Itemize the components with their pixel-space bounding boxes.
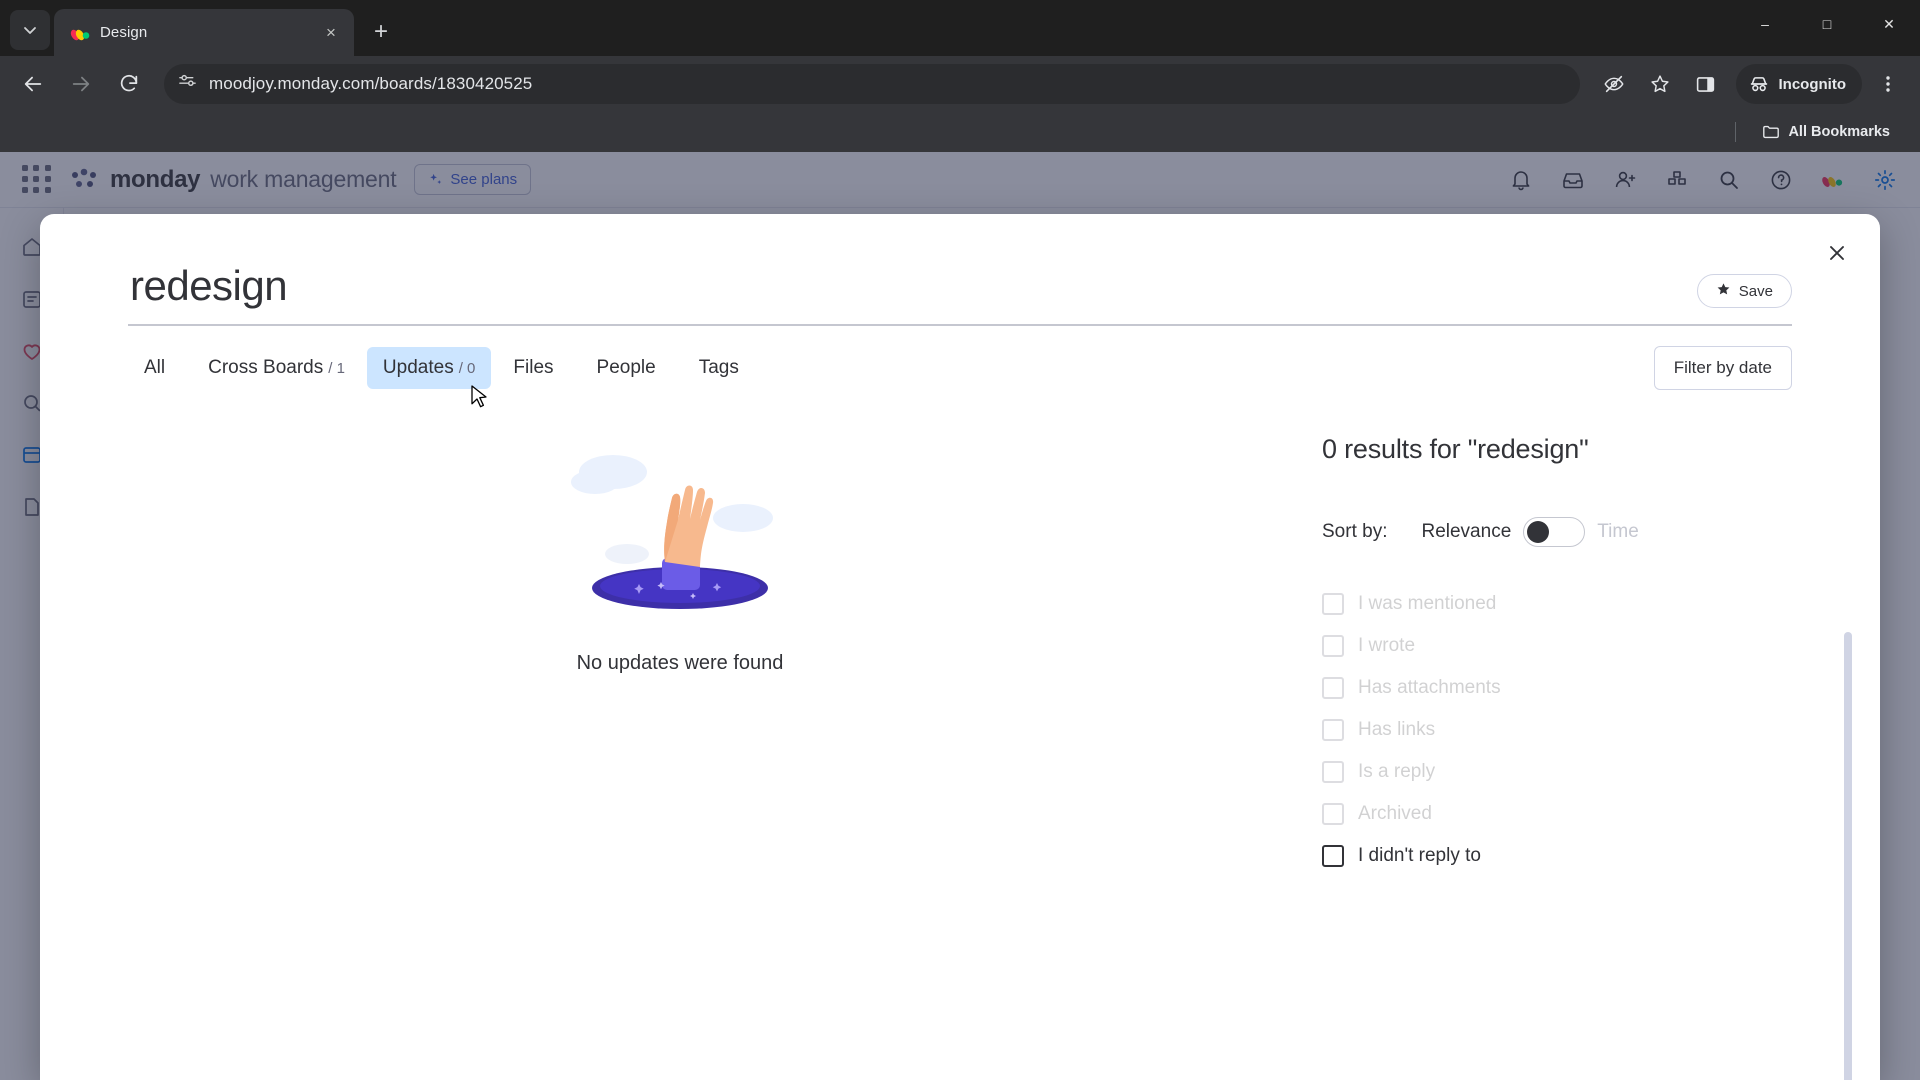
filter-label: Has attachments [1358,677,1501,698]
checkbox[interactable] [1322,593,1344,615]
sort-toggle-knob [1527,521,1550,543]
filter-label: I wrote [1358,635,1416,656]
hand-in-portal-illustration [565,436,795,626]
maximize-button[interactable]: □ [1796,0,1858,48]
filter-list: I was mentioned I wrote Has attachments … [1322,593,1792,867]
filter-label: I didn't reply to [1358,845,1481,866]
star-icon[interactable] [1640,64,1680,104]
forward-button[interactable] [60,63,102,105]
search-input [128,262,1697,324]
filter-i-was-mentioned[interactable]: I was mentioned [1322,593,1792,615]
reload-button[interactable] [108,63,150,105]
close-window-button[interactable]: ✕ [1858,0,1920,48]
tab-tags[interactable]: Tags [683,347,760,389]
sort-toggle[interactable] [1523,517,1586,547]
tab-search-icon[interactable] [10,10,50,50]
back-button[interactable] [12,63,54,105]
bookmarks-bar: All Bookmarks [0,112,1920,152]
results-panel: 0 results for "redesign" Sort by: Releva… [1322,390,1792,1030]
tab-all-label: All [144,357,166,378]
side-panel-icon[interactable] [1686,64,1726,104]
filter-i-didnt-reply-to[interactable]: I didn't reply to [1322,845,1792,867]
browser-tab[interactable]: Design × [54,9,354,56]
tab-updates[interactable]: Updates / 0 [366,347,492,389]
filter-by-date-button[interactable]: Filter by date [1653,346,1792,390]
incognito-icon [1750,77,1767,92]
filter-has-attachments[interactable]: Has attachments [1322,677,1792,699]
tab-all[interactable]: All [128,347,186,389]
modal-body: No updates were found 0 results for "red… [40,390,1880,1030]
sort-by-label: Sort by: [1322,521,1388,542]
bookmarks-divider [1735,122,1737,142]
search-everything-modal: Save All Cross Boards / 1 Updates / 0 Fi… [40,214,1880,1080]
new-tab-button[interactable]: + [362,13,400,51]
filter-label: Has links [1358,719,1436,740]
checkbox[interactable] [1322,677,1344,699]
empty-state-text: No updates were found [576,652,784,674]
checkbox[interactable] [1322,845,1344,867]
tab-people[interactable]: People [581,347,677,389]
sort-option-time[interactable]: Time [1597,521,1639,543]
all-bookmarks-label: All Bookmarks [1788,124,1890,140]
filter-label: Archived [1358,803,1432,824]
filter-label: Is a reply [1358,761,1436,782]
address-bar-url: moodjoy.monday.com/boards/1830420525 [209,74,533,93]
tab-tags-label: Tags [698,357,739,378]
eye-off-icon[interactable] [1594,64,1634,104]
results-title: 0 results for "redesign" [1322,434,1589,464]
minimize-button[interactable]: – [1734,0,1796,48]
folder-icon [1763,125,1780,139]
tab-files-label: Files [513,357,554,378]
incognito-label: Incognito [1778,75,1847,93]
filter-i-wrote[interactable]: I wrote [1322,635,1792,657]
address-bar[interactable]: moodjoy.monday.com/boards/1830420525 [164,64,1580,104]
star-icon [1716,282,1731,301]
window-controls: – □ ✕ [1734,0,1920,48]
modal-tabs: All Cross Boards / 1 Updates / 0 Files P… [40,326,1880,390]
three-dot-menu-icon[interactable] [1868,64,1908,104]
modal-search-header: Save [40,214,1880,326]
tab-people-label: People [596,357,656,378]
checkbox[interactable] [1322,635,1344,657]
tab-cross-boards-label: Cross Boards [208,357,324,378]
filter-is-a-reply[interactable]: Is a reply [1322,761,1792,783]
browser-tabstrip: Design × + – □ ✕ [0,0,1920,56]
browser-window: Design × + – □ ✕ moodjoy.monday.com/boar… [0,0,1920,1080]
save-label: Save [1738,282,1773,300]
filter-label: I was mentioned [1358,593,1497,614]
browser-toolbar: moodjoy.monday.com/boards/1830420525 Inc… [0,56,1920,112]
empty-state: No updates were found [128,390,1322,1030]
site-settings-icon[interactable] [178,72,197,96]
modal-scrollbar[interactable] [1844,632,1852,1080]
filter-archived[interactable]: Archived [1322,803,1792,825]
close-tab-icon[interactable]: × [318,20,344,46]
tab-updates-count: / 0 [458,360,476,377]
tab-updates-label: Updates [382,357,454,378]
sort-option-relevance[interactable]: Relevance [1421,521,1511,543]
filter-has-links[interactable]: Has links [1322,719,1792,741]
checkbox[interactable] [1322,719,1344,741]
browser-tab-title: Design [100,24,148,41]
tab-cross-boards[interactable]: Cross Boards / 1 [192,347,361,389]
monday-logo-icon [70,23,90,43]
tab-cross-boards-count: / 1 [328,360,345,377]
save-search-button[interactable]: Save [1696,274,1792,308]
tab-files[interactable]: Files [497,347,574,389]
sort-row: Sort by: Relevance Time [1322,517,1792,547]
incognito-indicator[interactable]: Incognito [1735,64,1862,104]
all-bookmarks-button[interactable]: All Bookmarks [1754,119,1898,145]
checkbox[interactable] [1322,761,1344,783]
checkbox[interactable] [1322,803,1344,825]
